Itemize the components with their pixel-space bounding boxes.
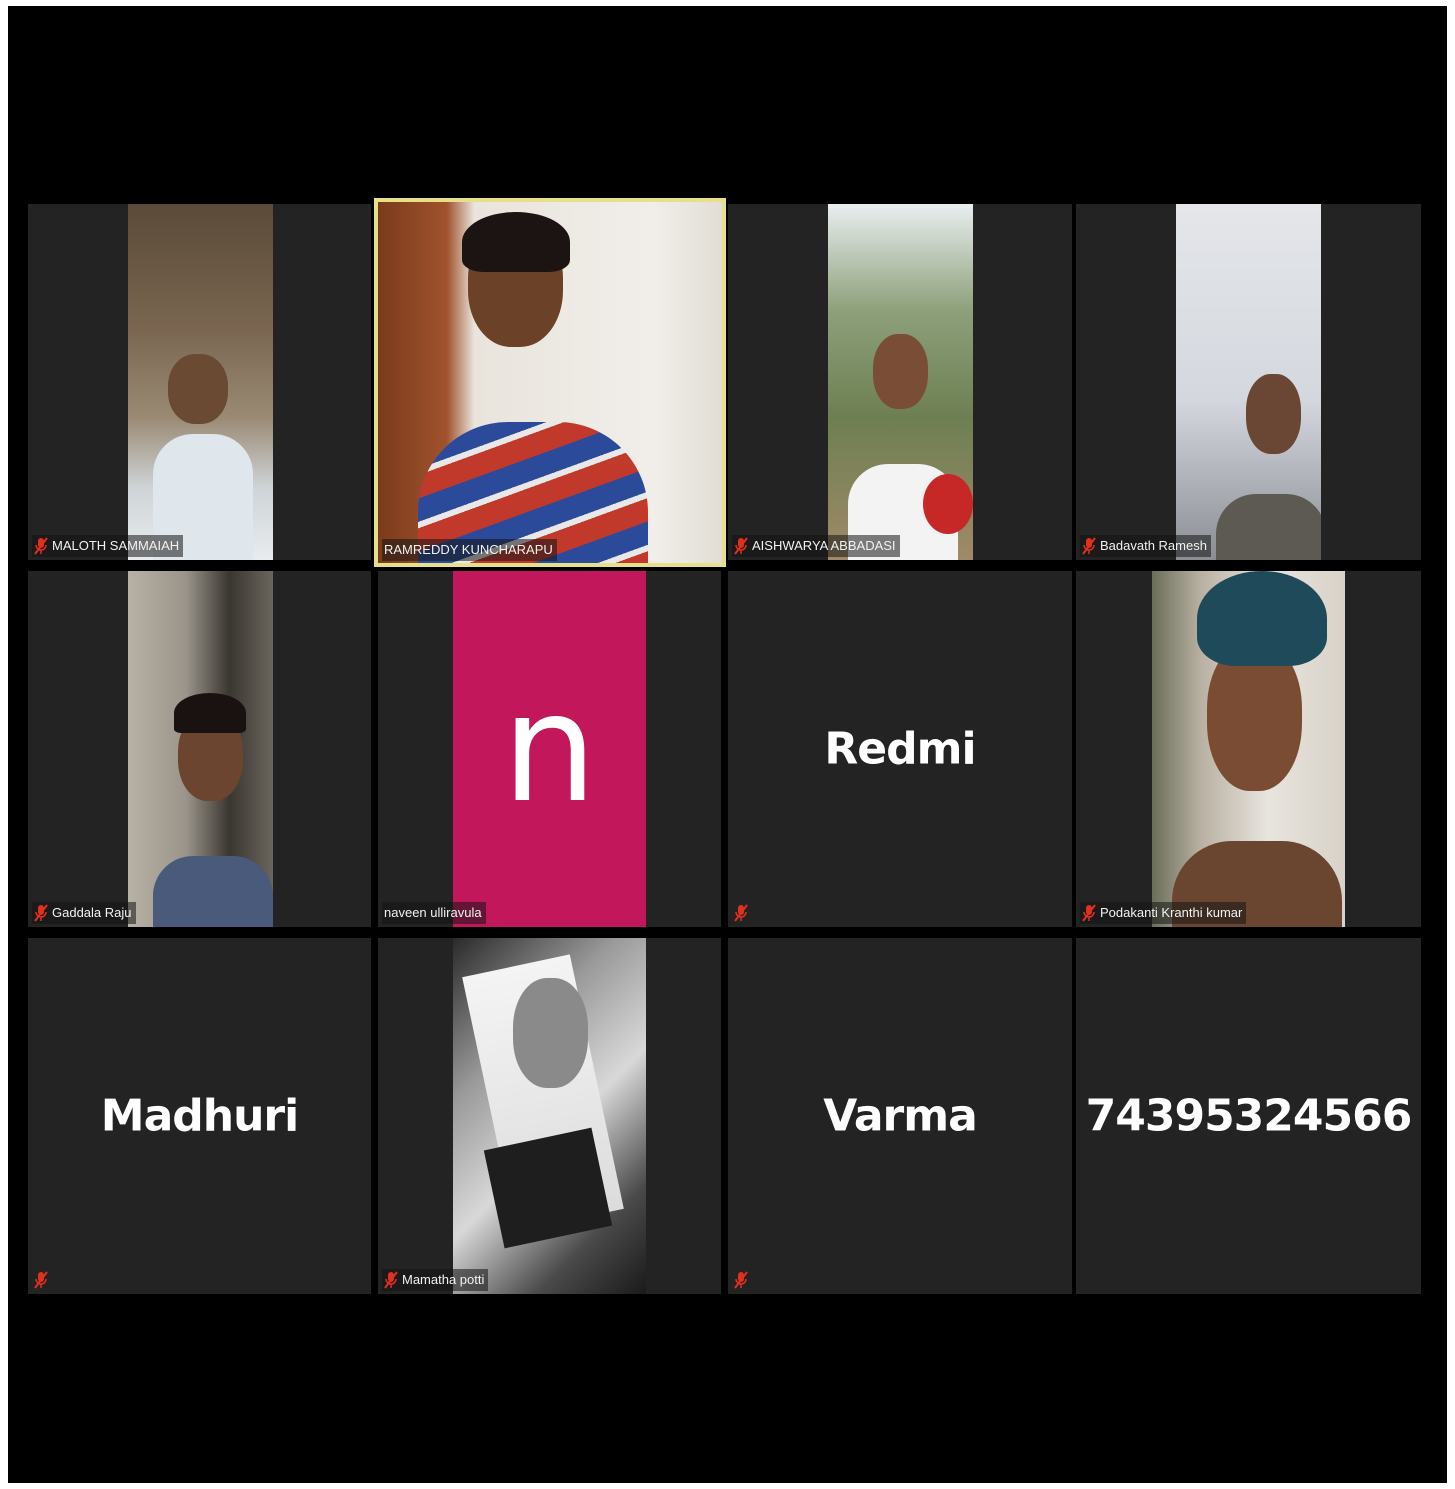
participant-name: MALOTH SAMMAIAH [52,538,180,553]
participant-video [453,938,646,1294]
participant-name-label [32,1269,52,1291]
participant-tile[interactable]: MALOTH SAMMAIAH [28,204,371,560]
microphone-muted-icon [734,904,748,922]
participant-name-label: Gaddala Raju [32,902,136,924]
participant-video [128,204,273,560]
participant-name-label: RAMREDDY KUNCHARAPU [382,539,557,561]
participant-name: Badavath Ramesh [1100,538,1207,553]
microphone-muted-icon [34,537,48,555]
participant-display-name: Varma [823,1090,978,1142]
microphone-muted-icon [734,537,748,555]
participant-name-label: MALOTH SAMMAIAH [32,535,184,557]
microphone-muted-icon [1082,904,1096,922]
participant-display-name: Madhuri [100,1090,299,1142]
participant-name: Gaddala Raju [52,905,132,920]
participant-tile[interactable]: Madhuri [28,938,371,1294]
participant-video [128,571,273,927]
participant-tile[interactable]: Gaddala Raju [28,571,371,927]
participant-name-label: Badavath Ramesh [1080,535,1211,557]
participant-tile[interactable]: Redmi [728,571,1072,927]
participant-display-name: 74395324566 [1085,1090,1413,1142]
participant-display-name: Redmi [824,723,976,775]
participant-name: Mamatha potti [402,1272,485,1287]
participant-name-label [732,1269,752,1291]
participant-tile[interactable]: Badavath Ramesh [1076,204,1421,560]
participant-tile[interactable]: Podakanti Kranthi kumar [1076,571,1421,927]
participant-name-label [732,902,752,924]
avatar-initial: n [501,662,598,836]
participant-tile[interactable]: AISHWARYA ABBADASI [728,204,1072,560]
participant-name: naveen ulliravula [384,905,482,920]
participant-tile-active-speaker[interactable]: RAMREDDY KUNCHARAPU [374,198,726,567]
participant-name-label: Podakanti Kranthi kumar [1080,902,1247,924]
participant-name-label: AISHWARYA ABBADASI [732,535,900,557]
participant-name-label: naveen ulliravula [382,902,486,924]
participant-tile[interactable]: n naveen ulliravula [378,571,721,927]
participant-tile[interactable]: Mamatha potti [378,938,721,1294]
participant-video [1152,571,1345,927]
participant-tile[interactable]: 74395324566 [1076,938,1421,1294]
participant-tile[interactable]: Varma [728,938,1072,1294]
microphone-muted-icon [1082,537,1096,555]
microphone-muted-icon [34,1271,48,1289]
participant-avatar: n [453,571,646,927]
participant-name: Podakanti Kranthi kumar [1100,905,1243,920]
microphone-muted-icon [734,1271,748,1289]
microphone-muted-icon [384,1271,398,1289]
microphone-muted-icon [34,904,48,922]
participant-video [378,202,722,563]
participant-video [828,204,973,560]
meeting-gallery-view: MALOTH SAMMAIAH RAMREDDY KUNCHARAPU AISH… [8,6,1447,1483]
participant-video [1176,204,1321,560]
participant-name-label: Mamatha potti [382,1269,489,1291]
participant-name: RAMREDDY KUNCHARAPU [384,542,553,557]
participant-name: AISHWARYA ABBADASI [752,538,896,553]
